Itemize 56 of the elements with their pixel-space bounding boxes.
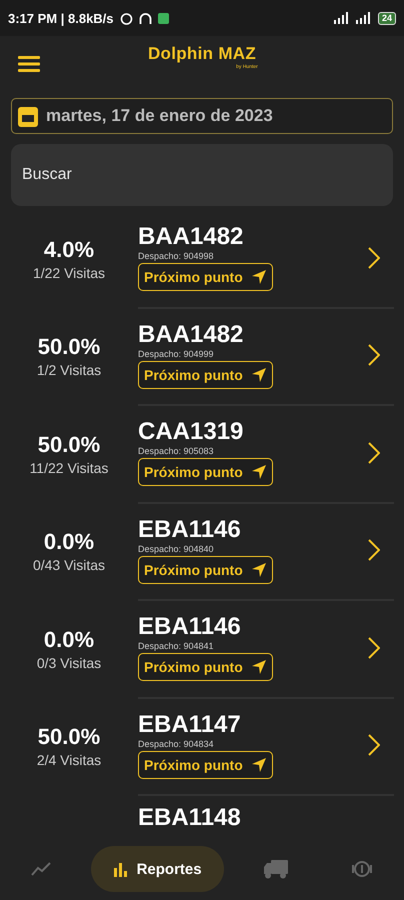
app-icon [158, 12, 169, 24]
status-time: 3:17 PM | 8.8kB/s [8, 10, 114, 26]
vehicle-plate: EBA1146 [138, 614, 241, 640]
visits-count: 1/22 Visitas [32, 264, 106, 281]
trend-icon [30, 862, 51, 876]
next-point-button[interactable]: Próximo punto [138, 653, 273, 682]
navigation-arrow-icon [250, 756, 267, 773]
dispatch-number: Despacho: 905083 [138, 446, 214, 456]
navigation-arrow-icon [250, 562, 267, 578]
dispatch-number: Despacho: 904840 [138, 544, 214, 554]
search-field[interactable]: Buscar [11, 144, 393, 206]
progress-percent: 50.0% [38, 724, 100, 750]
chevron-right-icon[interactable] [368, 442, 380, 464]
battery-icon: 24 [378, 12, 396, 24]
vehicle-plate: EBA1148 [138, 805, 241, 831]
chevron-right-icon[interactable] [368, 539, 380, 562]
headphones-icon [138, 12, 152, 24]
date-field[interactable]: martes, 17 de enero de 2023 [11, 98, 393, 134]
truck-icon [263, 859, 290, 879]
vehicle-plate: BAA1482 [138, 224, 244, 250]
visits-count: 0/43 Visitas [32, 557, 106, 574]
next-point-button[interactable]: Próximo punto [138, 458, 273, 486]
dispatch-number: Despacho: 904841 [138, 641, 214, 652]
vehicle-plate: EBA1147 [138, 712, 241, 738]
dispatch-number: Despacho: 904834 [138, 738, 214, 749]
navigation-arrow-icon [250, 366, 267, 383]
vehicle-plate: CAA1319 [138, 419, 244, 446]
progress-percent: 0.0% [44, 626, 94, 653]
progress-percent: 50.0% [38, 334, 100, 360]
next-point-button[interactable]: Próximo punto [138, 750, 273, 779]
dispatch-number: Despacho: 904999 [138, 348, 214, 359]
nav-tab[interactable]: Reportes [90, 846, 224, 892]
app-title: Dolphin MAZ [148, 44, 256, 64]
visits-count: 11/22 Visitas [30, 460, 108, 476]
chevron-right-icon[interactable] [368, 734, 380, 756]
vehicle-plate: BAA1482 [138, 322, 244, 348]
visits-count: 2/4 Visitas [36, 752, 102, 768]
visits-count: 1/2 Visitas [36, 362, 102, 378]
progress-percent: 50.0% [38, 432, 100, 458]
progress-percent: 0.0% [44, 529, 94, 556]
next-point-button[interactable]: Próximo punto [138, 263, 273, 292]
signal-icon [332, 12, 372, 24]
next-point-button[interactable]: Próximo punto [138, 556, 273, 584]
vehicle-plate: EBA1146 [138, 516, 241, 543]
chevron-right-icon[interactable] [368, 246, 380, 269]
navigation-arrow-icon [250, 464, 267, 480]
chevron-right-icon[interactable] [368, 344, 380, 366]
navigation-arrow-icon [250, 659, 267, 676]
menu-icon[interactable] [18, 56, 40, 72]
next-point-button[interactable]: Próximo punto [138, 360, 273, 389]
chevron-right-icon[interactable] [368, 636, 380, 659]
navigation-arrow-icon [250, 269, 267, 286]
dispatch-number: Despacho: 904998 [138, 251, 214, 262]
visits-count: 0/3 Visitas [36, 654, 102, 671]
progress-percent: 4.0% [44, 236, 94, 263]
bar-chart-icon [112, 861, 129, 877]
